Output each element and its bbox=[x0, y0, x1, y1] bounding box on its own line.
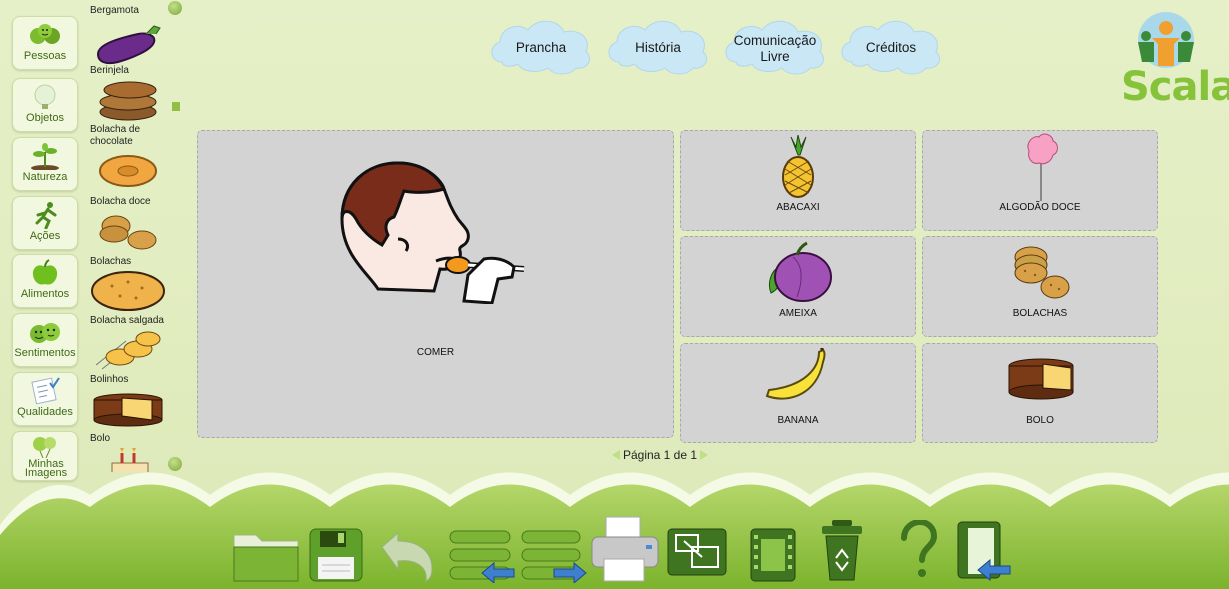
logo-text: Scala bbox=[1121, 64, 1229, 110]
checklist-icon bbox=[31, 377, 60, 405]
scroll-up-button[interactable] bbox=[168, 1, 182, 15]
board-cell-algodao-doce[interactable]: ALGODÃO DOCE bbox=[922, 130, 1158, 231]
nav-label: Créditos bbox=[865, 40, 917, 55]
tile-label: BOLO bbox=[1026, 415, 1054, 426]
board-cell-abacaxi[interactable]: ABACAXI bbox=[680, 130, 916, 231]
nav-prancha-button[interactable]: Prancha bbox=[488, 18, 594, 78]
print-icon[interactable] bbox=[590, 515, 660, 585]
sweet-cookie-icon bbox=[99, 155, 157, 187]
nav-comunicacao-livre-button[interactable]: Comunicação Livre bbox=[722, 18, 828, 78]
item-label: Bolacha doce bbox=[90, 196, 151, 207]
category-qualidades[interactable]: Qualidades bbox=[12, 372, 78, 426]
eggplant-icon bbox=[96, 25, 161, 65]
plum-icon bbox=[768, 241, 832, 302]
category-label: Qualidades bbox=[17, 406, 73, 418]
category-alimentos[interactable]: Alimentos bbox=[12, 254, 78, 308]
nav-label: Prancha bbox=[515, 40, 567, 55]
exit-icon[interactable] bbox=[956, 520, 1012, 582]
nav-label-line2: Livre bbox=[760, 49, 790, 64]
category-natureza[interactable]: Natureza bbox=[12, 137, 78, 191]
category-label: Natureza bbox=[22, 171, 68, 183]
category-label: Pessoas bbox=[23, 50, 67, 62]
savory-cookie-icon bbox=[91, 271, 165, 311]
category-objetos[interactable]: Objetos bbox=[12, 78, 78, 132]
lightbulb-icon bbox=[34, 84, 56, 109]
open-folder-icon[interactable] bbox=[232, 527, 300, 583]
board-cell-ameixa[interactable]: AMEIXA bbox=[680, 236, 916, 337]
image-list[interactable]: Bergamota Berinjela Bolacha de chocolate… bbox=[88, 0, 178, 472]
app-window: Pessoas Objetos Natureza Ações Alimentos… bbox=[0, 0, 1229, 589]
scroll-thumb[interactable] bbox=[172, 102, 180, 111]
nav-historia-button[interactable]: História bbox=[605, 18, 711, 78]
export-icon[interactable] bbox=[520, 527, 588, 583]
save-icon[interactable] bbox=[308, 527, 364, 583]
category-pessoas[interactable]: Pessoas bbox=[12, 16, 78, 70]
tile-label: BANANA bbox=[777, 415, 819, 426]
board-main-tile[interactable]: COMER bbox=[197, 130, 674, 438]
cake-icon bbox=[93, 393, 163, 427]
tile-label: BOLACHAS bbox=[1012, 308, 1068, 319]
item-label: Bolacha salgada bbox=[90, 315, 164, 326]
tile-label: AMEIXA bbox=[779, 308, 817, 319]
resize-icon[interactable] bbox=[666, 527, 728, 577]
scala-logo: Scala bbox=[1118, 10, 1229, 110]
recycle-bin-icon[interactable] bbox=[818, 518, 866, 582]
tile-label: ABACAXI bbox=[776, 202, 820, 213]
category-label: Objetos bbox=[26, 112, 64, 124]
nav-label-line1: Comunicação bbox=[733, 33, 817, 48]
item-label: Bolinhos bbox=[90, 374, 129, 385]
tile-label: COMER bbox=[416, 347, 455, 358]
import-icon[interactable] bbox=[448, 527, 516, 583]
board-cell-bolachas[interactable]: BOLACHAS bbox=[922, 236, 1158, 337]
cake-icon bbox=[1008, 358, 1074, 400]
cupcakes-icon bbox=[95, 331, 161, 370]
faces-icon bbox=[30, 323, 60, 343]
banana-icon bbox=[765, 348, 826, 400]
item-label: Bolacha de chocolate bbox=[90, 124, 141, 147]
board-cell-banana[interactable]: BANANA bbox=[680, 343, 916, 443]
chocolate-cookies-icon bbox=[99, 81, 157, 121]
board-cell-bolo[interactable]: BOLO bbox=[922, 343, 1158, 443]
category-sentimentos[interactable]: Sentimentos bbox=[12, 313, 78, 367]
category-acoes[interactable]: Ações bbox=[12, 196, 78, 250]
item-label: Bergamota bbox=[90, 5, 139, 16]
tile-label: ALGODÃO DOCE bbox=[999, 202, 1081, 213]
film-icon[interactable] bbox=[749, 527, 797, 583]
running-icon bbox=[35, 202, 57, 229]
cookies-icon bbox=[99, 215, 157, 250]
category-label: Alimentos bbox=[20, 288, 70, 300]
category-label: Ações bbox=[29, 230, 61, 242]
undo-icon[interactable] bbox=[378, 527, 438, 583]
item-label: Berinjela bbox=[90, 65, 129, 76]
pineapple-icon bbox=[782, 135, 814, 198]
apple-icon bbox=[32, 259, 58, 285]
plant-icon bbox=[31, 143, 59, 170]
item-label: Bolachas bbox=[90, 256, 132, 267]
nav-label: História bbox=[635, 40, 681, 55]
cookies-icon bbox=[1014, 246, 1070, 299]
logo-figures-icon bbox=[1138, 12, 1194, 68]
category-label: Sentimentos bbox=[14, 347, 76, 359]
people-icon bbox=[30, 24, 60, 44]
help-icon[interactable] bbox=[896, 520, 940, 580]
cotton-candy-icon bbox=[1027, 133, 1058, 201]
item-label: Bolo bbox=[90, 433, 111, 444]
boy-eating-icon bbox=[340, 161, 525, 304]
nav-creditos-button[interactable]: Créditos bbox=[838, 18, 944, 78]
